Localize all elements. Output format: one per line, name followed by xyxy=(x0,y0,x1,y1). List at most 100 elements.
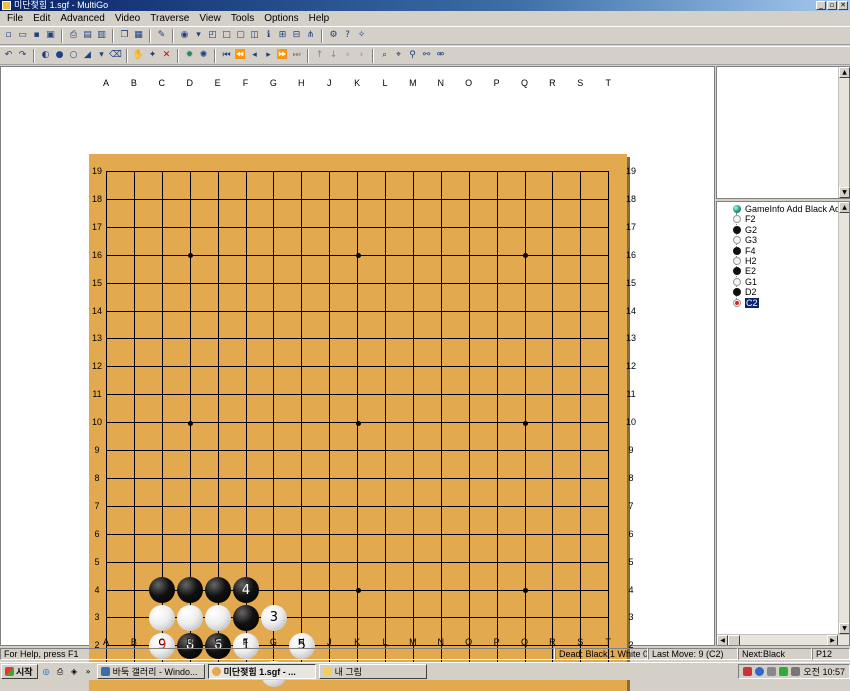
print-icon[interactable]: ⎙ xyxy=(68,30,79,41)
tree-node[interactable]: G1 xyxy=(733,277,757,287)
last-move-icon[interactable]: ⏭ xyxy=(291,50,302,61)
board-frame-icon[interactable]: ▢ xyxy=(235,30,246,41)
first-move-icon[interactable]: ⏮ xyxy=(221,50,232,61)
toolbar-separator xyxy=(372,48,374,63)
scroll-thumb[interactable] xyxy=(728,635,740,645)
next-variation-icon[interactable]: ↓ xyxy=(328,50,339,61)
settings-icon[interactable]: ⚙ xyxy=(328,30,339,41)
minimize-button[interactable]: _ xyxy=(816,1,826,10)
close-button[interactable]: ✕ xyxy=(838,1,848,10)
tray-network-icon[interactable] xyxy=(779,667,789,676)
save-as-icon[interactable]: ▣ xyxy=(45,30,56,41)
start-button[interactable]: 시작 xyxy=(1,664,38,679)
mark-icon[interactable]: ◢ xyxy=(82,50,93,61)
find-pattern-icon[interactable]: ⌖ xyxy=(393,50,404,61)
scroll-up-icon[interactable]: ▲ xyxy=(839,202,849,213)
search-icon[interactable]: ⚲ xyxy=(407,50,418,61)
tree-node[interactable]: G3 xyxy=(733,235,757,245)
tree-view-icon[interactable]: ⋔ xyxy=(305,30,316,41)
board-full-icon[interactable]: □ xyxy=(221,30,232,41)
tree-node[interactable]: GameInfo Add Black Add xyxy=(733,204,845,214)
task-multigo[interactable]: 미단젖힘 1.sgf - ... xyxy=(207,664,316,679)
undo-icon[interactable]: ↶ xyxy=(3,50,14,61)
restore-button[interactable]: ▫ xyxy=(827,1,837,10)
menu-help[interactable]: Help xyxy=(304,13,335,24)
comment-box[interactable]: ▲ ▼ xyxy=(716,66,850,199)
board-view-icon[interactable]: ◰ xyxy=(207,30,218,41)
black-stone-icon[interactable]: ● xyxy=(54,50,65,61)
browser-icon[interactable]: ◎ xyxy=(41,666,52,677)
tree-horizontal-scrollbar[interactable]: ◀ ▶ xyxy=(717,634,849,645)
task-gallery[interactable]: 바둑 갤러리 - Windo... xyxy=(96,664,205,679)
board-split-icon[interactable]: ◫ xyxy=(249,30,260,41)
search-next-icon[interactable]: ⚯ xyxy=(421,50,432,61)
print-preview-icon[interactable]: ▤ xyxy=(82,30,93,41)
tray-volume-icon[interactable] xyxy=(791,667,801,676)
new-file-icon[interactable]: ▫ xyxy=(3,30,14,41)
tray-red-icon[interactable] xyxy=(743,667,753,676)
go-board[interactable]: 43986157 xyxy=(89,154,627,691)
tree-node-label: G3 xyxy=(745,235,758,246)
white-stone-icon[interactable]: ○ xyxy=(68,50,79,61)
forward-fast-icon[interactable]: ⏩ xyxy=(277,50,288,61)
scroll-left-icon[interactable]: ◀ xyxy=(717,635,728,645)
grid-options-icon[interactable]: ⊟ xyxy=(291,30,302,41)
menu-edit[interactable]: Edit xyxy=(28,13,55,24)
game-icon[interactable]: ◈ xyxy=(69,666,80,677)
eraser-icon[interactable]: ⌫ xyxy=(109,50,122,61)
back-fast-icon[interactable]: ⏪ xyxy=(235,50,246,61)
delete-icon[interactable]: ✕ xyxy=(161,50,172,61)
search-prev-icon[interactable]: ⚮ xyxy=(435,50,446,61)
export-icon[interactable]: ▥ xyxy=(96,30,107,41)
tree-node[interactable]: C2 xyxy=(733,297,759,308)
menu-tools[interactable]: Tools xyxy=(226,13,259,24)
tree-node[interactable]: F4 xyxy=(733,246,756,256)
paste-icon[interactable]: ▦ xyxy=(133,30,144,41)
tree-node[interactable]: E2 xyxy=(733,266,756,276)
dropdown-arrow-icon[interactable]: ▾ xyxy=(96,50,107,61)
tray-blue-icon[interactable] xyxy=(755,667,765,676)
menu-file[interactable]: File xyxy=(2,13,28,24)
menu-view[interactable]: View xyxy=(194,13,226,24)
save-icon[interactable]: ▪ xyxy=(31,30,42,41)
alternate-stone-icon[interactable]: ◐ xyxy=(40,50,51,61)
tree-node[interactable]: F2 xyxy=(733,214,756,224)
scroll-right-icon[interactable]: ▶ xyxy=(827,635,838,645)
copy-icon[interactable]: ❐ xyxy=(119,30,130,41)
forward-icon[interactable]: ▸ xyxy=(263,50,274,61)
help-pointer-icon[interactable]: ? xyxy=(342,30,353,41)
scroll-up-icon[interactable]: ▲ xyxy=(839,67,850,78)
grid-toggle-icon[interactable]: ⊞ xyxy=(277,30,288,41)
menu-options[interactable]: Options xyxy=(259,13,303,24)
number-mode-icon[interactable]: ◉ xyxy=(179,30,190,41)
info-icon[interactable]: ℹ xyxy=(263,30,274,41)
more-icon[interactable]: » xyxy=(83,666,94,677)
magic-wand-icon[interactable]: ✧ xyxy=(356,30,367,41)
tree-node[interactable]: H2 xyxy=(733,256,757,266)
open-folder-icon[interactable]: ▭ xyxy=(17,30,28,41)
tray-ime-icon[interactable] xyxy=(767,667,777,676)
scroll-down-icon[interactable]: ▼ xyxy=(839,187,850,198)
hand-icon[interactable]: ✋ xyxy=(133,50,144,61)
prev-comment-icon[interactable]: ‹ xyxy=(342,50,353,61)
find-move-icon[interactable]: ⌕ xyxy=(379,50,390,61)
menu-advanced[interactable]: Advanced xyxy=(55,13,109,24)
menu-video[interactable]: Video xyxy=(110,13,145,24)
prev-variation-icon[interactable]: ↑ xyxy=(314,50,325,61)
wand-icon[interactable]: ✦ xyxy=(147,50,158,61)
printer-icon[interactable]: ⎙ xyxy=(55,666,66,677)
back-icon[interactable]: ◂ xyxy=(249,50,260,61)
gear-green-icon[interactable]: ✹ xyxy=(184,50,195,61)
tree-vertical-scrollbar[interactable]: ▲ ▼ xyxy=(838,202,849,634)
pen-icon[interactable]: ✎ xyxy=(156,30,167,41)
redo-icon[interactable]: ↷ xyxy=(17,50,28,61)
tree-node[interactable]: G2 xyxy=(733,225,757,235)
menu-traverse[interactable]: Traverse xyxy=(145,13,194,24)
dropdown-arrow-icon[interactable]: ▾ xyxy=(193,30,204,41)
task-my-pictures[interactable]: 내 그림 xyxy=(318,664,427,679)
comment-scrollbar[interactable]: ▲ ▼ xyxy=(838,67,850,198)
scroll-down-icon[interactable]: ▼ xyxy=(839,623,849,634)
tree-node[interactable]: D2 xyxy=(733,287,757,297)
cog-icon[interactable]: ✺ xyxy=(198,50,209,61)
next-comment-icon[interactable]: › xyxy=(356,50,367,61)
